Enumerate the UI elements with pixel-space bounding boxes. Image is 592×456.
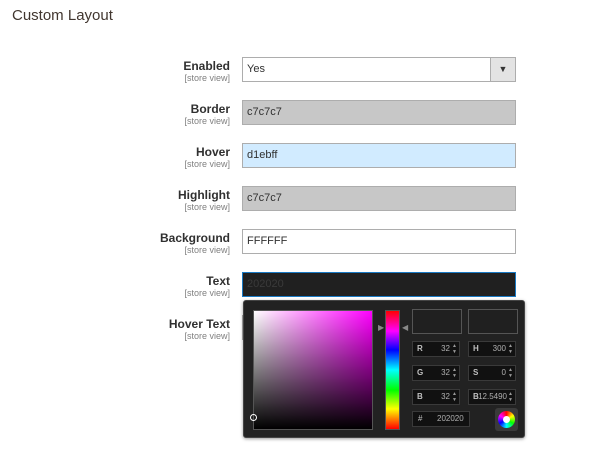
border-color-input[interactable]: c7c7c7 bbox=[242, 100, 516, 125]
blue-stepper-icon[interactable]: ▲ ▼ bbox=[452, 391, 457, 403]
hue-pointer-right-icon: ◀ bbox=[402, 323, 409, 332]
brightness-stepper-icon[interactable]: ▲ ▼ bbox=[508, 391, 513, 403]
green-label: G bbox=[417, 368, 424, 377]
saturation-value: 0 bbox=[501, 368, 506, 377]
hue-label: H bbox=[473, 344, 479, 353]
color-wheel-icon[interactable] bbox=[498, 411, 515, 428]
hover-label: Hover bbox=[195, 145, 230, 159]
saturation-brightness-area[interactable] bbox=[250, 310, 373, 430]
hue-value: 300 bbox=[492, 344, 506, 353]
highlight-label-group: Highlight [store view] bbox=[10, 188, 230, 212]
hover-text-scope: [store view] bbox=[184, 331, 230, 341]
saturation-cursor[interactable] bbox=[250, 414, 257, 421]
red-stepper-icon[interactable]: ▲ ▼ bbox=[452, 343, 457, 355]
current-color-swatch[interactable] bbox=[468, 309, 518, 334]
highlight-color-input[interactable]: c7c7c7 bbox=[242, 186, 516, 211]
border-scope: [store view] bbox=[184, 116, 230, 126]
red-label: R bbox=[417, 344, 423, 353]
color-picker: ▶ ◀ R 32 ▲ ▼ H 300 ▲ ▼ G 32 ▲ ▼ S 0 ▲ ▼ B 32… bbox=[243, 300, 525, 438]
text-color-input[interactable]: 202020 bbox=[242, 272, 516, 297]
hue-pointer-left-icon: ▶ bbox=[378, 323, 385, 332]
highlight-label: Highlight bbox=[178, 188, 230, 202]
section-title: Custom Layout bbox=[12, 7, 113, 24]
blue-label: B bbox=[417, 392, 423, 401]
green-value: 32 bbox=[441, 368, 450, 377]
hue-field[interactable]: H 300 ▲ ▼ bbox=[468, 341, 516, 357]
blue-field[interactable]: B 32 ▲ ▼ bbox=[412, 389, 460, 405]
text-label: Text bbox=[206, 274, 230, 288]
hue-stepper-icon[interactable]: ▲ ▼ bbox=[508, 343, 513, 355]
hex-field[interactable]: # 202020 bbox=[412, 411, 470, 427]
hover-color-input[interactable]: d1ebff bbox=[242, 143, 516, 168]
border-label: Border bbox=[190, 102, 230, 116]
enabled-label-group: Enabled [store view] bbox=[10, 59, 230, 83]
hover-scope: [store view] bbox=[184, 159, 230, 169]
green-stepper-icon[interactable]: ▲ ▼ bbox=[452, 367, 457, 379]
hex-label: # bbox=[418, 414, 423, 423]
brightness-value: 12.5490 bbox=[478, 392, 507, 401]
background-scope: [store view] bbox=[184, 245, 230, 255]
highlight-scope: [store view] bbox=[184, 202, 230, 212]
chevron-down-icon[interactable]: ▼ bbox=[490, 58, 515, 81]
saturation-stepper-icon[interactable]: ▲ ▼ bbox=[508, 367, 513, 379]
enabled-label: Enabled bbox=[183, 59, 230, 73]
enabled-scope: [store view] bbox=[184, 73, 230, 83]
text-label-group: Text [store view] bbox=[10, 274, 230, 298]
saturation-field[interactable]: S 0 ▲ ▼ bbox=[468, 365, 516, 381]
hover-label-group: Hover [store view] bbox=[10, 145, 230, 169]
border-label-group: Border [store view] bbox=[10, 102, 230, 126]
hover-text-label: Hover Text bbox=[168, 317, 230, 331]
blue-value: 32 bbox=[441, 392, 450, 401]
background-color-input[interactable]: FFFFFF bbox=[242, 229, 516, 254]
background-label: Background bbox=[159, 231, 230, 245]
saturation-label: S bbox=[473, 368, 479, 377]
hover-text-label-group: Hover Text [store view] bbox=[10, 317, 230, 341]
new-color-swatch bbox=[412, 309, 462, 334]
hex-value: 202020 bbox=[437, 414, 464, 423]
hue-slider[interactable] bbox=[385, 310, 400, 430]
enabled-select-value: Yes bbox=[247, 63, 265, 75]
enabled-select[interactable]: Yes ▼ bbox=[242, 57, 516, 82]
red-field[interactable]: R 32 ▲ ▼ bbox=[412, 341, 460, 357]
brightness-field[interactable]: B 12.5490 ▲ ▼ bbox=[468, 389, 516, 405]
background-label-group: Background [store view] bbox=[10, 231, 230, 255]
text-scope: [store view] bbox=[184, 288, 230, 298]
red-value: 32 bbox=[441, 344, 450, 353]
green-field[interactable]: G 32 ▲ ▼ bbox=[412, 365, 460, 381]
